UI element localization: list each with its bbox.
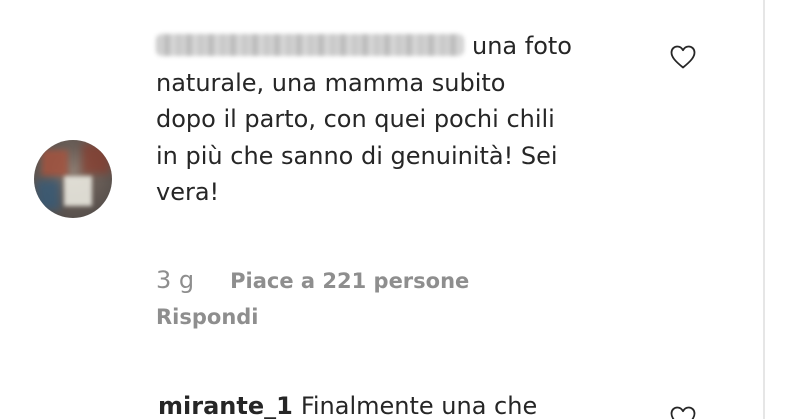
avatar-blur xyxy=(42,150,68,176)
comment-text-line: in più che sanno di genuinità! Sei xyxy=(156,141,558,170)
comment-text-line: naturale, una mamma subito xyxy=(156,68,506,97)
reply-button[interactable]: Rispondi xyxy=(156,305,259,329)
avatar-blur xyxy=(82,144,110,174)
likes-count-link[interactable]: Piace a 221 persone xyxy=(230,269,469,293)
heart-outline-icon[interactable] xyxy=(669,44,697,70)
avatar[interactable] xyxy=(34,140,112,218)
comment-username-blurred[interactable] xyxy=(156,34,464,56)
avatar-blur xyxy=(64,176,92,206)
comment-text-line: dopo il parto, con quei pochi chili xyxy=(156,105,555,133)
comments-panel: una foto naturale, una mamma subito dopo… xyxy=(0,0,800,419)
next-comment-text: Finalmente una che xyxy=(300,392,538,419)
avatar-blur xyxy=(36,180,60,210)
comment-text-line: una foto xyxy=(472,32,572,60)
next-comment-username[interactable]: mirante_1 xyxy=(158,392,293,419)
next-comment: mirante_1 Finalmente una che xyxy=(158,392,537,419)
comment-text-line: vera! xyxy=(156,178,220,206)
comment-meta: 3 g Piace a 221 persone xyxy=(156,266,469,302)
comment-timestamp[interactable]: 3 g xyxy=(156,266,194,294)
panel-divider xyxy=(763,0,765,419)
heart-outline-icon[interactable] xyxy=(669,405,697,419)
comment-body: una foto naturale, una mamma subito dopo… xyxy=(156,28,626,211)
